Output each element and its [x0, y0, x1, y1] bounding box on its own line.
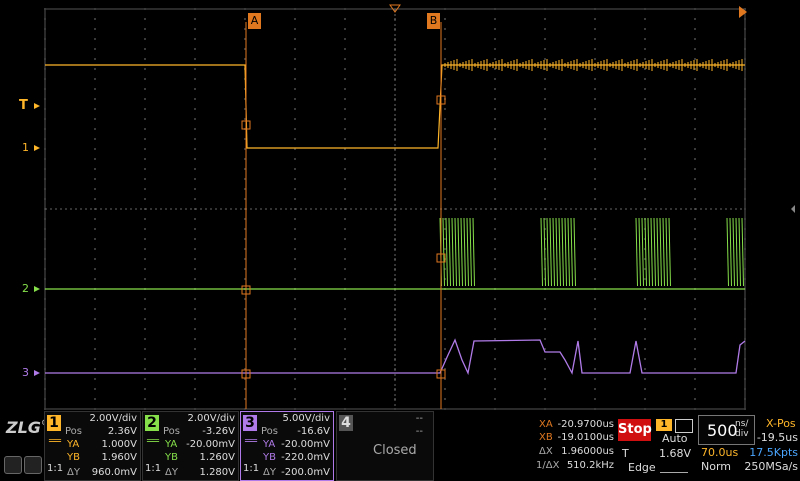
ch3-number: 3	[243, 415, 257, 431]
ch2-ya: -20.00mV	[186, 439, 235, 450]
ch1-marker[interactable]: 1	[22, 142, 29, 154]
trigger-type[interactable]: Edge	[628, 462, 656, 473]
ch3-yb: -220.0mV	[281, 452, 330, 463]
ch1-number: 1	[47, 415, 61, 431]
ch1-dy-label: ΔY	[67, 467, 80, 478]
ch2-marker[interactable]: 2	[22, 283, 29, 295]
trigger-source[interactable]: 1	[656, 419, 672, 431]
ch4-number: 4	[339, 415, 353, 431]
ch3-ya: -20.00mV	[281, 439, 330, 450]
ch3-dy: -200.0mV	[281, 467, 330, 478]
ch2-yb-label: YB	[165, 452, 178, 463]
ch1-ya: 1.000V	[101, 439, 137, 450]
memory-depth: 17.5Kpts	[749, 446, 798, 459]
home-icon[interactable]	[4, 456, 22, 474]
trigger-level[interactable]: 1.68V	[655, 448, 691, 459]
right-scroll-marker[interactable]	[791, 205, 795, 213]
oscilloscope-screen: A B T 1 2 3 ZLG® 1 2.00V/div Pos 2.36V ═…	[0, 0, 800, 481]
screenshot-icon[interactable]	[24, 456, 42, 474]
ch2-number: 2	[145, 415, 159, 431]
ch2-panel[interactable]: 2 2.00V/div Pos -3.26V ══ YA -20.00mV YB…	[142, 411, 239, 481]
acquisition-mode[interactable]: Norm	[701, 461, 731, 472]
dx-label: ΔX	[539, 446, 553, 457]
trigger-level-marker[interactable]: T	[19, 99, 28, 112]
xpos-value[interactable]: -19.5us	[754, 432, 798, 443]
cursor-measurements: XA -20.9700us XB -19.0100us ΔX 1.96000us…	[536, 413, 616, 478]
ch4-status: Closed	[373, 443, 417, 458]
ch3-probe-ratio: 1:1	[243, 463, 260, 474]
ch3-panel[interactable]: 3 5.00V/div Pos -16.6V ══ YA -20.00mV YB…	[240, 411, 334, 481]
trigger-mode[interactable]: Auto	[662, 433, 688, 444]
timebase-unit-bottom: div	[735, 429, 749, 439]
timebase-box[interactable]: 500 ns/ div	[698, 415, 755, 445]
inv-dx-value: 510.2kHz	[566, 460, 614, 471]
ch2-pos: -3.26V	[202, 426, 235, 437]
ch4-panel[interactable]: 4 -- -- Closed	[336, 411, 434, 481]
ch2-ya-label: YA	[165, 439, 178, 450]
xb-value: -19.0100us	[557, 432, 614, 443]
ch3-ya-label: YA	[263, 439, 276, 450]
ch2-dy: 1.280V	[199, 467, 235, 478]
run-stop-button[interactable]: Stop	[618, 419, 652, 441]
xpos-label: X-Pos	[766, 417, 796, 430]
ch3-dy-label: ΔY	[263, 467, 276, 478]
ch1-pos: 2.36V	[107, 426, 137, 437]
rising-edge-icon	[660, 462, 688, 473]
ch3-pos: -16.6V	[297, 426, 330, 437]
trigger-level-label: T	[622, 447, 629, 460]
ch3-yb-label: YB	[263, 452, 276, 463]
ch3-marker[interactable]: 3	[22, 367, 29, 379]
ch2-scale: 2.00V/div	[187, 413, 235, 424]
waveform-display[interactable]	[0, 0, 800, 410]
timebase-value: 500	[707, 421, 738, 440]
ch1-pos-label: Pos	[65, 426, 83, 437]
ch2-probe-ratio: 1:1	[145, 463, 162, 474]
ch1-scale: 2.00V/div	[89, 413, 137, 424]
ch1-yb-label: YB	[67, 452, 80, 463]
sample-rate: 250MSa/s	[744, 460, 798, 473]
dx-value: 1.96000us	[561, 446, 614, 457]
ch2-dy-label: ΔY	[165, 467, 178, 478]
timebase-unit-top: ns/	[735, 419, 749, 429]
ch1-dy: 960.0mV	[91, 467, 137, 478]
xa-label: XA	[539, 419, 553, 430]
cursor-a-label[interactable]: A	[248, 13, 261, 29]
cursor-b-label[interactable]: B	[427, 13, 440, 29]
ch3-scale: 5.00V/div	[282, 413, 330, 424]
right-edge-marker	[739, 6, 747, 18]
ch4-pos: --	[415, 426, 423, 437]
logo: ZLG®	[6, 418, 49, 437]
xb-label: XB	[539, 432, 553, 443]
ch2-pos-label: Pos	[163, 426, 181, 437]
ch1-panel[interactable]: 1 2.00V/div Pos 2.36V ══ YA 1.000V YB 1.…	[44, 411, 141, 481]
xa-value: -20.9700us	[557, 419, 614, 430]
inv-dx-label: 1/ΔX	[536, 460, 560, 471]
ch3-pos-label: Pos	[261, 426, 279, 437]
ch1-yb: 1.960V	[101, 452, 137, 463]
ch1-ya-label: YA	[67, 439, 80, 450]
ch2-yb: 1.260V	[199, 452, 235, 463]
trigger-menu-icon[interactable]	[675, 419, 693, 433]
ch1-probe-ratio: 1:1	[47, 463, 64, 474]
delay-value: 70.0us	[701, 446, 739, 459]
ch4-scale: --	[415, 413, 423, 424]
